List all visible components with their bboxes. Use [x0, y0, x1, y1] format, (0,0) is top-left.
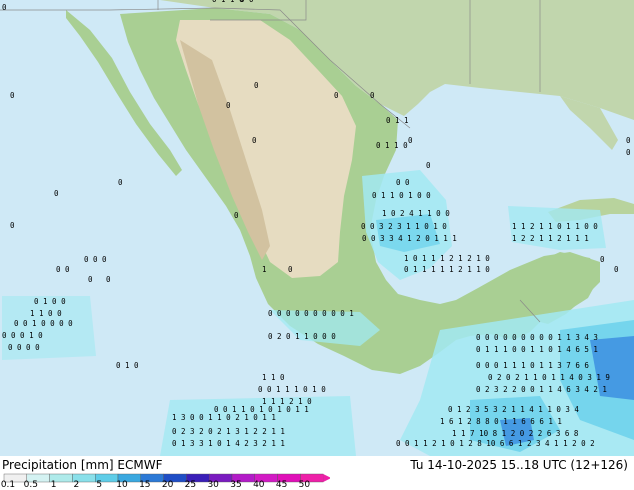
precip-value: 0	[252, 136, 257, 145]
precip-value-row: 0 0 3 3 4 1 2 0 1 1 1	[362, 234, 457, 243]
precip-value-row: 1 1 2 1 1 0 1 1 0 0	[512, 222, 598, 231]
colorbar-tick-label: 20	[161, 480, 174, 490]
colorbar-tick-label: 50	[298, 480, 311, 490]
colorbar-tick-label: 25	[184, 480, 197, 490]
colorbar-tick-label: 45	[275, 480, 288, 490]
precip-value-row: 1 1 7 10 8 1 2 0 2 2 6 3 6 8	[452, 429, 579, 438]
precip-value-row: 0 1 3 3 1 0 1 4 2 3 2 1 1	[172, 439, 285, 448]
precip-value-row: 0 1 1 0	[376, 141, 408, 150]
precip-value-row: 1 0 1 1 1 2 1 2 1 0	[404, 254, 490, 263]
precip-value: 0	[234, 211, 239, 220]
precip-value-row: 0 0 1 1 1 0 1 0	[258, 385, 326, 394]
precip-value-row: 0 2 3 2 2 0 0 1 1 4 6 3 4 2 1	[476, 385, 607, 394]
valid-time-label: Tu 14-10-2025 15..18 UTC (12+126)	[410, 458, 628, 472]
precip-value: 0 0	[240, 0, 254, 4]
precip-value: 0	[370, 91, 375, 100]
precip-value: 0	[626, 148, 631, 157]
precip-value: 0	[626, 136, 631, 145]
precip-value: 0	[334, 91, 339, 100]
precip-value-row: 1 1 1 2 1 0	[262, 397, 312, 406]
precip-value-row: 1 0 2 4 1 1 0 0	[382, 209, 450, 218]
precip-value: 0 0	[396, 178, 410, 187]
precip-value-row: 0 0 3 2 3 1 1 0 1 0	[361, 222, 447, 231]
precip-value-row: 0 0 1 1 2 1 0 1 2 8 10 6 6 1 2 3 4 1 1 2…	[396, 439, 595, 448]
precip-value-row: 0 1 1 0 1 0 0	[372, 191, 431, 200]
precipitation-map: 0 1 10 1 1 00 1 1 0 1 0 01 0 2 4 1 1 0 0…	[0, 0, 634, 490]
precip-value: 0	[254, 81, 259, 90]
colorbar-tick-label: 0.1	[0, 480, 16, 490]
precip-value-row: 0 0 0 0 0 0 0 0 0 1 1 3 4 3	[476, 333, 598, 342]
precip-value-row: 0 0 1 0 0 0 0	[14, 319, 73, 328]
precip-value: 0	[426, 161, 431, 170]
precip-value-row: 0 0 0 0	[8, 343, 40, 352]
precip-value: 0	[614, 265, 619, 274]
precip-value: 0	[88, 275, 93, 284]
colorbar-tick-label: 10	[116, 480, 128, 490]
colorbar-tick-label: 30	[207, 480, 219, 490]
precip-value: 1	[262, 265, 267, 274]
precip-value: 0 0 0	[84, 255, 107, 264]
title-left: Precipitation [mm] ECMWF	[2, 458, 162, 472]
colorbar-tick-label: 15	[139, 480, 151, 490]
colorbar-tick-label: 0.5	[23, 480, 38, 490]
precip-value-row: 0 1 0 0	[34, 297, 66, 306]
precip-value-row: 1 3 0 0 1 1 0 2 1 0 1 1	[172, 413, 276, 422]
precip-value: 0	[2, 3, 7, 12]
precip-value-row: 0 0 0 1 1 1 0 1 1 3 7 6 6	[476, 361, 589, 370]
precip-value: 0	[600, 255, 605, 264]
precip-value-row: 1 2 2 1 1 2 1 1 1	[512, 234, 589, 243]
model-label: ECMWF	[117, 458, 163, 472]
precip-value: 0	[10, 221, 15, 230]
precip-value-row: 1 1 0	[262, 373, 285, 382]
precip-value-row: 0 2 0 2 1 1 0 1 1 4 0 3 1 9	[488, 373, 610, 382]
precip-value: 0	[288, 265, 293, 274]
colorbar-tick-label: 40	[253, 480, 265, 490]
colorbar-tick-label: 5	[96, 480, 103, 490]
precip-value: 0 0	[56, 265, 70, 274]
precip-value-row: 0 2 0 1 1 0 0 0	[268, 332, 336, 341]
precip-value-row: 0 1 1	[386, 116, 409, 125]
precip-value-row: 0 0 0 0 0 0 0 0 0 1	[268, 309, 354, 318]
precip-value-row: 1 6 1 2 8 8 0 1 1 6 6 6 1 1	[440, 417, 562, 426]
product-label: Precipitation [mm]	[2, 458, 114, 472]
precip-value: 0	[226, 101, 231, 110]
precip-value-row: 0 1 0	[116, 361, 139, 370]
precip-value: 0	[118, 178, 123, 187]
precip-value-row: 0 2 3 2 0 2 1 3 1 2 2 1 1	[172, 427, 285, 436]
precip-value: 0	[408, 136, 413, 145]
precip-value-row: 0 1 1 1 0 0 1 1 0 1 4 6 5 1	[476, 345, 598, 354]
precip-value: 0	[106, 275, 111, 284]
colorbar-tick-label: 2	[73, 480, 80, 490]
precip-value-row: 0 0 1 1 0 1 0 1 0 1 1	[214, 405, 309, 414]
precip-value-row: 0 1 1 1 1 1 2 1 1 0	[404, 265, 490, 274]
colorbar-arrow	[323, 474, 330, 482]
colorbar-tick-label: 1	[50, 480, 57, 490]
precip-value-row: 0 0 0 1 0	[2, 331, 43, 340]
precip-value: 0	[54, 189, 59, 198]
map-canvas: 0 1 10 1 1 00 1 1 0 1 0 01 0 2 4 1 1 0 0…	[0, 0, 634, 456]
precip-value-row: 1 1 0 0	[30, 309, 62, 318]
precip-value-row: 0 1 2 3 5 3 2 1 1 4 1 1 0 3 4	[448, 405, 579, 414]
colorbar-tick-label: 35	[230, 480, 242, 490]
precip-value: 0	[10, 91, 15, 100]
